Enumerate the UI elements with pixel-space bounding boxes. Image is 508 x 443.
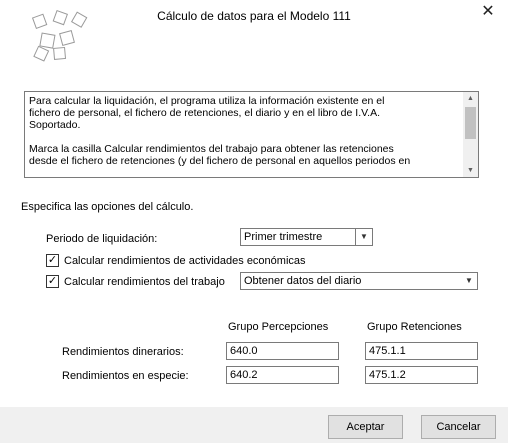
periodo-label: Periodo de liquidación:: [46, 233, 158, 245]
col-percepciones-header: Grupo Percepciones: [228, 321, 329, 333]
periodo-dropdown[interactable]: Primer trimestre ▼: [240, 228, 373, 246]
chevron-down-icon[interactable]: ▼: [461, 273, 477, 289]
description-box[interactable]: Para calcular la liquidación, el program…: [24, 91, 479, 178]
description-text: Para calcular la liquidación, el program…: [29, 95, 411, 167]
trabajo-dropdown[interactable]: Obtener datos del diario ▼: [240, 272, 478, 290]
trabajo-label: Calcular rendimientos del trabajo: [64, 276, 225, 288]
especie-retenciones-input[interactable]: 475.1.2: [365, 366, 478, 384]
dinerarios-retenciones-input[interactable]: 475.1.1: [365, 342, 478, 360]
window-title: Cálculo de datos para el Modelo 111: [157, 9, 351, 23]
description-scrollbar[interactable]: ▲ ▼: [463, 92, 478, 177]
col-retenciones-header: Grupo Retenciones: [367, 321, 462, 333]
trabajo-checkbox[interactable]: ✓: [46, 275, 59, 288]
accept-button[interactable]: Aceptar: [328, 415, 403, 439]
actividades-checkbox[interactable]: ✓: [46, 254, 59, 267]
chevron-down-icon[interactable]: ▼: [355, 229, 372, 245]
dinerarios-percepciones-input[interactable]: 640.0: [226, 342, 339, 360]
cancel-button[interactable]: Cancelar: [421, 415, 496, 439]
trabajo-value: Obtener datos del diario: [244, 275, 362, 287]
actividades-label: Calcular rendimientos de actividades eco…: [64, 255, 306, 267]
especie-percepciones-input[interactable]: 640.2: [226, 366, 339, 384]
close-icon[interactable]: ✕: [478, 2, 498, 22]
periodo-value: Primer trimestre: [244, 231, 323, 243]
row-dinerarios-label: Rendimientos dinerarios:: [62, 346, 184, 358]
scroll-down-icon[interactable]: ▼: [463, 164, 478, 177]
options-heading: Especifica las opciones del cálculo.: [21, 201, 194, 213]
row-especie-label: Rendimientos en especie:: [62, 370, 189, 382]
scroll-up-icon[interactable]: ▲: [463, 92, 478, 105]
scroll-thumb[interactable]: [465, 107, 476, 139]
footer-bar: Aceptar Cancelar: [0, 407, 508, 443]
